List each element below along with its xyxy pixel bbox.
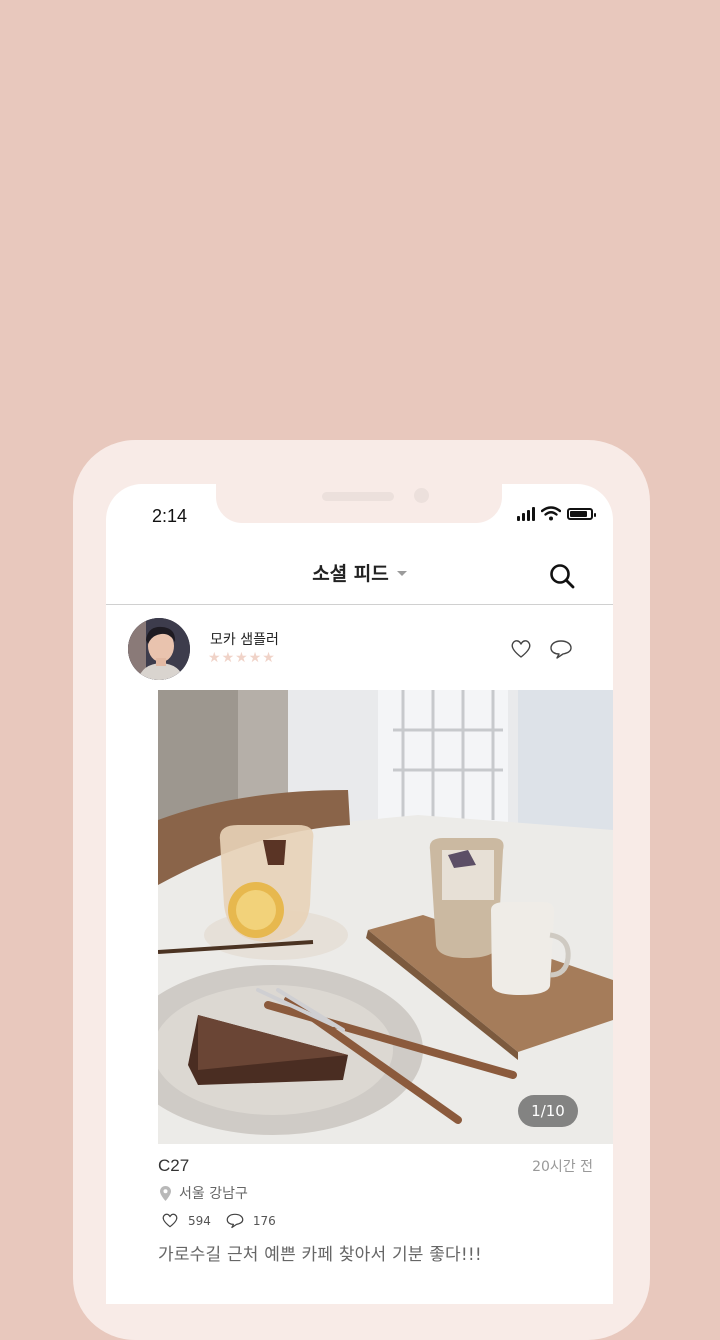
signal-icon [517,506,535,521]
search-icon[interactable] [547,561,577,591]
star-icon: ★ [208,650,221,666]
comments-icon[interactable] [225,1212,245,1229]
likes-heart-icon[interactable] [160,1212,180,1229]
star-icon: ★ [221,650,235,666]
star-icon: ★ [235,650,248,666]
header-title: 소셜 피드 [312,563,389,585]
star-icon: ★ [262,650,275,666]
username[interactable]: 모카 샘플러 [210,629,279,649]
like-count: 594 [188,1213,211,1228]
front-camera [414,488,429,503]
heart-icon[interactable] [509,638,533,660]
post-header: 모카 샘플러 ★ ★ ★ ★ ★ [106,604,613,688]
location-text: 서울 강남구 [179,1186,248,1202]
photo-counter: 1/10 [518,1095,578,1127]
caret-down-icon [396,571,407,576]
comment-icon[interactable] [549,638,573,660]
star-icon: ★ [248,650,262,666]
comment-count: 176 [252,1213,276,1228]
status-time: 2:14 [152,506,188,526]
post-caption: 가로수길 근처 예쁜 카페 찾아서 기분 좋다!!! [158,1245,482,1265]
location-pin-icon [160,1185,171,1201]
app-header: 소셜 피드 [106,544,613,605]
time-ago: 20시간 전 [532,1159,593,1175]
cafe-photo [158,690,613,1144]
location[interactable]: 서울 강남구 [160,1183,248,1203]
battery-icon [567,507,596,520]
phone-screen: 2:14 소셜 피드 모카 샘플러 ★ ★ ★ ★ ★ 1/10 C27 20시… [106,484,613,1304]
speaker [322,492,394,501]
feed-selector[interactable]: 소셜 피드 [106,559,613,586]
post-stats: 594 176 [160,1212,276,1229]
wifi-icon [541,506,561,521]
status-icons [517,506,596,521]
notch [216,484,502,523]
place-name[interactable]: C27 [158,1156,189,1176]
rating-stars: ★ ★ ★ ★ ★ [208,651,275,665]
post-photo[interactable]: 1/10 [158,690,613,1144]
battery-fill [570,510,587,517]
avatar[interactable] [128,618,190,680]
